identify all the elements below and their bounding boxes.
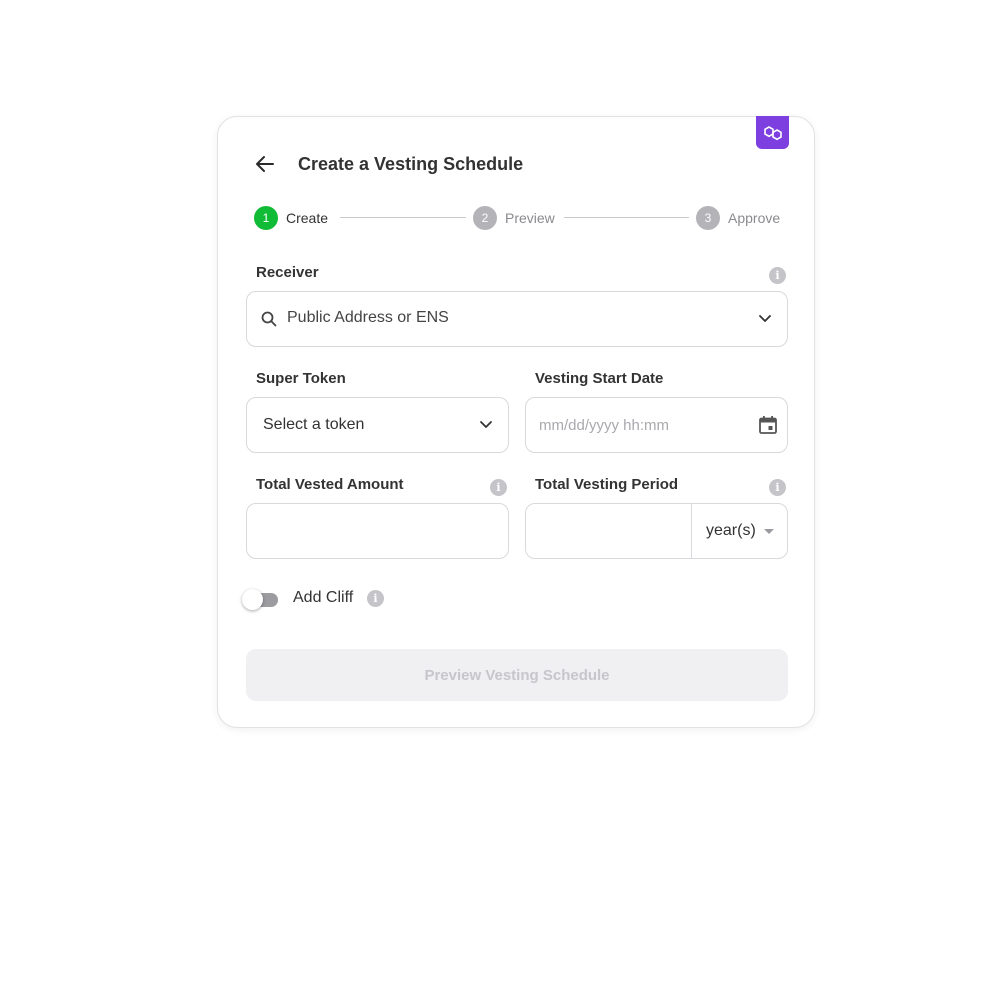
toggle-knob	[242, 589, 263, 610]
info-icon[interactable]: i	[367, 590, 384, 607]
add-cliff-toggle[interactable]	[242, 588, 282, 612]
date-placeholder: mm/dd/yyyy hh:mm	[539, 417, 670, 434]
step-label: Create	[286, 210, 329, 226]
info-icon[interactable]: i	[769, 267, 786, 284]
search-icon	[261, 311, 277, 327]
add-cliff-label: Add Cliff	[293, 589, 354, 606]
vesting-form-card: Create a Vesting Schedule 1 Create 2 Pre…	[217, 116, 815, 728]
caret-down-icon	[764, 529, 774, 534]
info-icon[interactable]: i	[769, 479, 786, 496]
chevron-down-icon[interactable]	[758, 314, 772, 324]
polygon-network-icon	[763, 125, 782, 140]
info-icon[interactable]: i	[490, 479, 507, 496]
back-button[interactable]	[252, 151, 278, 177]
chevron-down-icon	[480, 421, 492, 428]
vesting-start-date-input[interactable]: mm/dd/yyyy hh:mm	[525, 397, 788, 453]
receiver-label: Receiver	[256, 264, 319, 281]
vesting-start-label: Vesting Start Date	[535, 370, 664, 387]
stepper: 1 Create 2 Preview 3 Approve	[254, 206, 782, 230]
token-select-value: Select a token	[263, 416, 365, 433]
vesting-period-group: year(s)	[525, 503, 788, 559]
step-number: 2	[473, 206, 497, 230]
step-number: 1	[254, 206, 278, 230]
step-preview: 2 Preview	[473, 206, 555, 230]
step-create: 1 Create	[254, 206, 328, 230]
vested-amount-input[interactable]	[246, 503, 509, 559]
step-connector	[564, 217, 689, 218]
vested-amount-label: Total Vested Amount	[256, 476, 404, 493]
vesting-period-input[interactable]	[526, 504, 690, 558]
receiver-placeholder: Public Address or ENS	[287, 309, 449, 326]
arrow-left-icon	[256, 156, 274, 172]
receiver-input[interactable]: Public Address or ENS	[246, 291, 788, 347]
step-connector	[340, 217, 466, 218]
super-token-label: Super Token	[256, 370, 346, 387]
calendar-icon[interactable]	[758, 415, 778, 435]
step-approve: 3 Approve	[696, 206, 780, 230]
period-unit-select[interactable]: year(s)	[692, 504, 787, 558]
step-number: 3	[696, 206, 720, 230]
period-unit-value: year(s)	[706, 522, 756, 539]
vesting-period-label: Total Vesting Period	[535, 476, 679, 493]
step-label: Preview	[505, 210, 555, 226]
preview-vesting-schedule-button[interactable]: Preview Vesting Schedule	[246, 649, 788, 701]
token-select[interactable]: Select a token	[246, 397, 509, 453]
page-title: Create a Vesting Schedule	[298, 154, 524, 174]
step-label: Approve	[728, 210, 781, 226]
network-badge[interactable]	[756, 116, 789, 149]
